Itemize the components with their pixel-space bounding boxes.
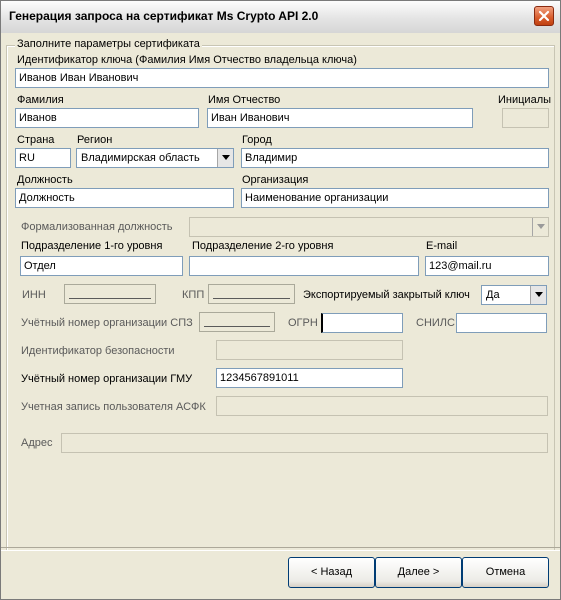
region-value: Владимирская область — [81, 152, 200, 164]
gmu-number-field[interactable]: 1234567891011 — [216, 368, 403, 388]
inn-field[interactable] — [64, 284, 156, 304]
window-title: Генерация запроса на сертификат Ms Crypt… — [9, 9, 319, 23]
group-legend: Заполните параметры сертификата — [15, 38, 202, 50]
initials-label: Инициалы — [498, 94, 552, 106]
spz-number-label: Учётный номер организации СПЗ — [21, 317, 193, 329]
dept-level2-label: Подразделение 2-го уровня — [192, 240, 334, 252]
region-select[interactable]: Владимирская область — [76, 148, 234, 168]
next-button[interactable]: Далее > — [375, 557, 462, 588]
dept-level2-field[interactable] — [189, 256, 419, 276]
title-bar[interactable]: Генерация запроса на сертификат Ms Crypt… — [1, 1, 560, 34]
name-patronymic-label: Имя Отчество — [208, 94, 281, 106]
snils-label: СНИЛС — [416, 317, 455, 329]
address-label: Адрес — [21, 437, 53, 449]
country-field[interactable]: RU — [15, 148, 71, 168]
exportable-key-value: Да — [486, 289, 500, 301]
chevron-down-icon — [535, 292, 543, 297]
chevron-down-icon — [222, 155, 230, 160]
region-label: Регион — [77, 134, 113, 146]
close-button[interactable] — [534, 6, 554, 26]
exportable-key-select[interactable]: Да — [481, 285, 547, 305]
gmu-number-label: Учётный номер организации ГМУ — [21, 373, 193, 385]
address-field[interactable] — [61, 433, 548, 453]
close-icon — [538, 10, 550, 22]
asfk-account-label: Учетная запись пользователя АСФК — [21, 401, 206, 413]
ogrn-label: ОГРН — [288, 317, 318, 329]
position-field[interactable]: Должность — [15, 188, 234, 208]
dialog-body: Заполните параметры сертификата Идентифи… — [1, 33, 560, 599]
dialog-window: Генерация запроса на сертификат Ms Crypt… — [0, 0, 561, 600]
kpp-field[interactable] — [208, 284, 295, 304]
organization-label: Организация — [242, 174, 309, 186]
security-id-field[interactable] — [216, 340, 403, 360]
key-id-field[interactable]: Иванов Иван Иванович — [15, 68, 549, 88]
cancel-button[interactable]: Отмена — [462, 557, 549, 588]
email-field[interactable]: 123@mail.ru — [425, 256, 549, 276]
email-label: E-mail — [426, 240, 458, 252]
city-label: Город — [242, 134, 272, 146]
security-id-label: Идентификатор безопасности — [21, 345, 175, 357]
region-dropdown-button[interactable] — [217, 149, 233, 167]
dept-level1-label: Подразделение 1-го уровня — [21, 240, 163, 252]
country-label: Страна — [17, 134, 55, 146]
exportable-key-label: Экспортируемый закрытый ключ — [303, 289, 470, 301]
position-label: Должность — [17, 174, 73, 186]
snils-field[interactable] — [456, 313, 547, 333]
dept-level1-field[interactable]: Отдел — [20, 256, 183, 276]
initials-field[interactable] — [502, 108, 549, 128]
inn-label: ИНН — [22, 289, 46, 301]
kpp-label: КПП — [182, 289, 205, 301]
formal-position-dropdown-button[interactable] — [532, 218, 548, 236]
asfk-account-field[interactable] — [216, 396, 548, 416]
name-patronymic-field[interactable]: Иван Иванович — [207, 108, 473, 128]
spz-number-field[interactable] — [199, 312, 275, 332]
formal-position-label: Формализованная должность — [21, 221, 173, 233]
exportable-key-dropdown-button[interactable] — [530, 286, 546, 304]
ogrn-field[interactable] — [321, 313, 403, 333]
key-id-label: Идентификатор ключа (Фамилия Имя Отчеств… — [17, 54, 357, 66]
back-button[interactable]: < Назад — [288, 557, 375, 588]
surname-field[interactable]: Иванов — [15, 108, 199, 128]
button-separator — [1, 547, 560, 551]
chevron-down-icon — [537, 224, 545, 229]
formal-position-select[interactable] — [189, 217, 549, 237]
organization-field[interactable]: Наименование организации — [241, 188, 549, 208]
surname-label: Фамилия — [17, 94, 64, 106]
city-field[interactable]: Владимир — [241, 148, 549, 168]
